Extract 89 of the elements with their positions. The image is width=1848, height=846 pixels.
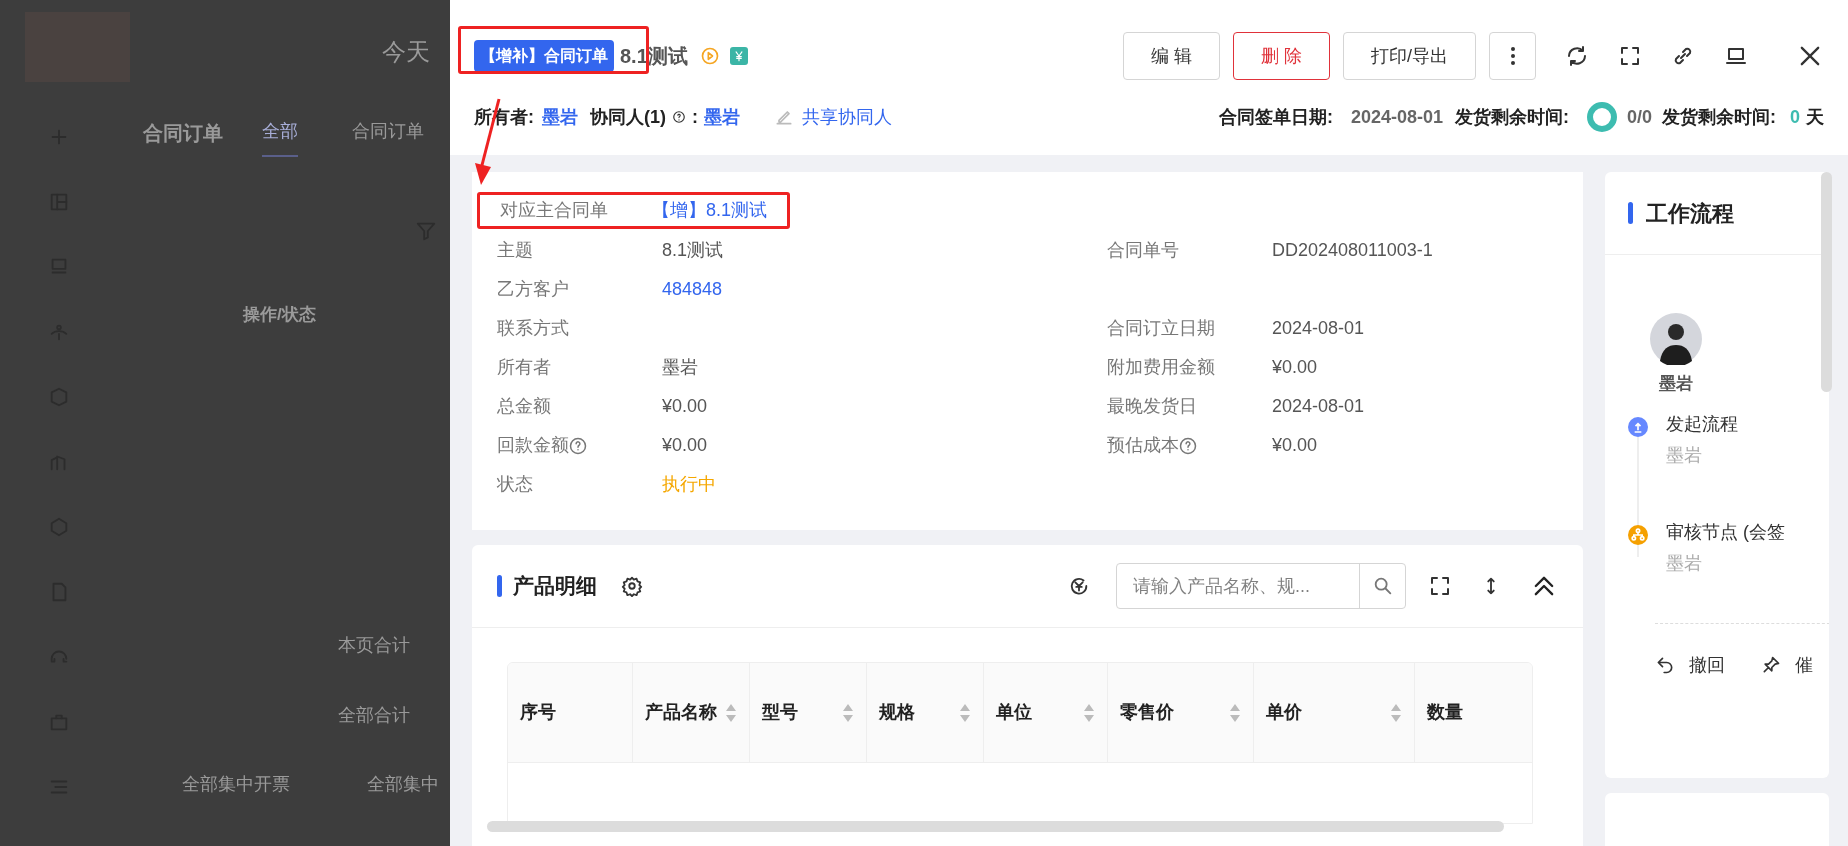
pin-icon [1761, 655, 1781, 675]
field-link[interactable]: 484848 [662, 276, 723, 303]
day-unit: 天 [1806, 105, 1824, 129]
step-icon [1628, 416, 1648, 437]
field-value: ¥0.00 [662, 395, 708, 418]
collaborator-name[interactable]: 墨岩 [704, 103, 740, 131]
tab[interactable]: 合同订单 [352, 118, 424, 145]
field-value: 2024-08-01 [1272, 317, 1365, 340]
action-button[interactable]: 打印/导出 [1343, 32, 1476, 80]
fullscreen-icon[interactable] [1618, 44, 1642, 68]
workflow-action[interactable]: 催 [1761, 651, 1813, 679]
column-header[interactable]: 序号 [508, 663, 633, 762]
remaining-days: 0 [1790, 103, 1800, 131]
remaining-label: 发货剩余时间: [1662, 105, 1776, 129]
colon-text: : [692, 105, 698, 129]
field-value: 2024-08-01 [1272, 395, 1365, 418]
sign-date-label: 合同签单日期: [1218, 105, 1333, 129]
column-header[interactable]: 数量 [1415, 663, 1532, 762]
column-header[interactable]: 零售价 [1108, 663, 1254, 762]
column-header[interactable]: 型号 [750, 663, 867, 762]
remaining-label: 发货剩余时间: [1454, 105, 1569, 129]
field-value: DD202408011003-1 [1272, 239, 1433, 262]
progress-count: 0/0 [1626, 105, 1652, 129]
search-field[interactable]: 请输入产品名称、规... [1117, 564, 1359, 608]
record-title: 8.1测试 [620, 44, 688, 69]
progress-ring [1586, 102, 1617, 132]
page-heading: 今天 [382, 37, 430, 67]
column-header[interactable]: 单价 [1254, 663, 1415, 762]
step-user: 墨岩 [1666, 551, 1703, 575]
scrollbar[interactable] [1821, 172, 1832, 392]
field-label: 预估成本 [1107, 434, 1179, 457]
section-marker [1628, 202, 1633, 224]
field-label: 状态 [497, 473, 533, 496]
column-header[interactable]: 单位 [984, 663, 1108, 762]
title-tag: 【增补】合同订单 [474, 40, 614, 72]
fullscreen-icon[interactable] [1428, 574, 1452, 598]
avatar-icon [1650, 313, 1702, 365]
column-header: 操作/状态 [243, 304, 316, 326]
page-title: 合同订单 [143, 121, 223, 146]
field-label: 回款金额 [497, 434, 569, 457]
action-button[interactable]: 删 除 [1232, 32, 1330, 80]
field-label: 合同单号 [1107, 239, 1179, 262]
play-icon[interactable] [699, 46, 720, 66]
field-label: 对应主合同单 [500, 199, 609, 222]
owner-name[interactable]: 墨岩 [542, 103, 578, 131]
search-box[interactable]: 请输入产品名称、规... [1116, 563, 1406, 609]
user-name: 墨岩 [1659, 373, 1694, 395]
help-icon[interactable] [672, 110, 686, 124]
more-button[interactable] [1489, 32, 1536, 80]
footer-tab[interactable]: 全部集中 [367, 771, 439, 798]
section-title: 工作流程 [1646, 199, 1734, 228]
field-value: ¥0.00 [1272, 356, 1318, 379]
collaborators-label: 协同人(1) [590, 105, 666, 129]
field-label: 附加费用金额 [1107, 356, 1215, 379]
refresh-icon[interactable] [1565, 44, 1589, 68]
more-icon [1510, 47, 1515, 65]
field-label: 所有者 [497, 356, 551, 379]
field-label: 总金额 [497, 395, 551, 418]
currency-icon[interactable] [1068, 575, 1090, 597]
step-user: 墨岩 [1666, 443, 1703, 467]
share-link[interactable]: 共享协同人 [774, 103, 892, 131]
field-link[interactable]: 【增】8.1测试 [651, 197, 767, 224]
step-icon [1628, 524, 1648, 545]
action-button[interactable]: 编 辑 [1122, 32, 1220, 80]
field-value: 墨岩 [662, 356, 698, 379]
field-value: ¥0.00 [662, 434, 708, 457]
gear-icon[interactable] [621, 575, 643, 597]
field-label: 最晚发货日 [1107, 395, 1197, 418]
scrollbar[interactable] [487, 821, 1504, 832]
total-label: 本页合计 [338, 634, 410, 657]
column-header[interactable]: 产品名称 [633, 663, 750, 762]
undo-icon [1655, 655, 1675, 675]
field-value: ¥0.00 [1272, 434, 1318, 457]
sign-date: 2024-08-01 [1350, 105, 1443, 129]
field-label: 主题 [497, 239, 533, 262]
workflow-action[interactable]: 撤回 [1655, 651, 1725, 679]
tab[interactable]: 全部 [262, 118, 298, 157]
section-marker [497, 575, 502, 597]
field-value: 执行中 [662, 473, 716, 496]
field-label: 乙方客户 [497, 278, 569, 301]
total-label: 全部合计 [338, 704, 410, 727]
field-label: 合同订立日期 [1107, 317, 1215, 340]
step-title: 发起流程 [1666, 412, 1738, 436]
section-title: 产品明细 [513, 573, 597, 600]
step-title: 审核节点 (会签 [1666, 520, 1785, 544]
field-label: 联系方式 [497, 317, 569, 340]
field-value: 8.1测试 [662, 239, 724, 262]
footer-tab[interactable]: 全部集中开票 [182, 771, 290, 798]
column-header[interactable]: 规格 [867, 663, 984, 762]
